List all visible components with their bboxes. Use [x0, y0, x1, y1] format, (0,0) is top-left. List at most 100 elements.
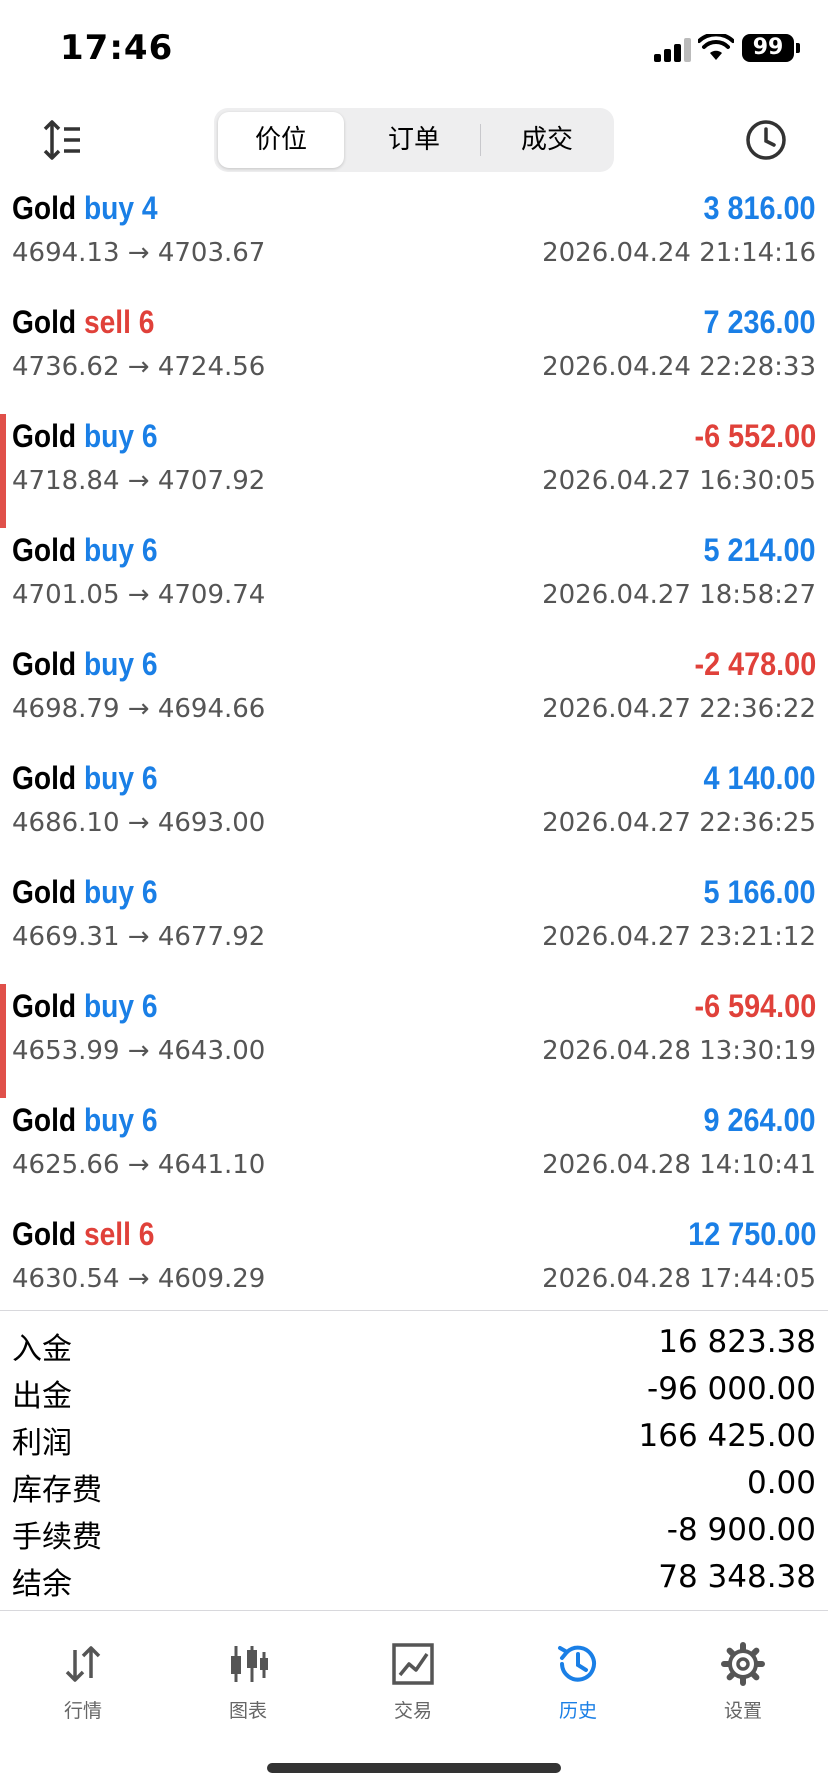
segmented-control: 价位 订单 成交	[214, 108, 614, 172]
deal-row[interactable]: Gold buy 6 4 140.00 4686.10 → 4693.00 2026.…	[0, 756, 828, 870]
deal-time: 2026.04.27 16:30:05	[542, 466, 816, 496]
deal-profit: 9 264.00	[703, 1102, 816, 1138]
loss-marker	[0, 414, 6, 528]
deal-row[interactable]: Gold buy 6 9 264.00 4625.66 → 4641.10 2026.…	[0, 1098, 828, 1212]
tabbar-item-settings[interactable]: 设置	[693, 1642, 793, 1732]
loss-marker	[0, 984, 6, 1098]
summary-panel: 入金 16 823.38 出金 -96 000.00 利润 166 425.00 库存费 0.…	[0, 1320, 828, 1602]
summary-row: 手续费 -8 900.00	[0, 1508, 828, 1555]
deal-row[interactable]: Gold sell 6 12 750.00 4630.54 → 4609.29 202…	[0, 1212, 828, 1326]
deal-time: 2026.04.27 18:58:27	[542, 580, 816, 610]
deal-symbol: Gold buy 6	[12, 418, 158, 455]
deal-profit: 5 214.00	[703, 532, 816, 568]
deal-side: sell 6	[83, 304, 155, 340]
deal-row[interactable]: Gold buy 6 5 214.00 4701.05 → 4709.74 2026.…	[0, 528, 828, 642]
quotes-arrows-icon	[65, 1646, 101, 1682]
tabbar-item-history[interactable]: 历史	[528, 1642, 628, 1732]
summary-label: 手续费	[12, 1520, 102, 1555]
symbol-name: Gold	[12, 418, 77, 454]
wifi-icon	[698, 34, 734, 60]
tab-deals[interactable]: 成交	[484, 112, 610, 168]
deal-symbol: Gold buy 6	[12, 988, 158, 1025]
summary-row: 入金 16 823.38	[0, 1320, 828, 1367]
deal-prices: 4698.79 → 4694.66	[12, 694, 266, 724]
tabbar-item-quotes[interactable]: 行情	[33, 1642, 133, 1732]
deal-side: buy 6	[83, 874, 158, 910]
summary-value: -96 000.00	[647, 1371, 816, 1407]
summary-value: 166 425.00	[638, 1418, 817, 1454]
symbol-name: Gold	[12, 988, 77, 1024]
deal-row[interactable]: Gold buy 4 3 816.00 4694.13 → 4703.67 2026.…	[0, 186, 828, 300]
summary-label: 利润	[12, 1426, 72, 1461]
home-indicator	[267, 1763, 561, 1773]
tabbar-item-charts[interactable]: 图表	[198, 1642, 298, 1732]
summary-label: 入金	[12, 1332, 72, 1367]
deal-row[interactable]: Gold buy 6 5 166.00 4669.31 → 4677.92 2026.…	[0, 870, 828, 984]
history-toolbar: 价位 订单 成交	[0, 104, 828, 176]
deal-profit: 12 750.00	[687, 1216, 816, 1252]
tabbar-label: 设置	[723, 1700, 762, 1722]
deal-time: 2026.04.28 14:10:41	[542, 1150, 816, 1180]
summary-row: 库存费 0.00	[0, 1461, 828, 1508]
summary-row: 利润 166 425.00	[0, 1414, 828, 1461]
deal-profit: -6 594.00	[694, 988, 816, 1024]
summary-value: 16 823.38	[658, 1324, 816, 1360]
deal-side: buy 6	[83, 760, 158, 796]
trade-chart-icon	[392, 1643, 434, 1685]
deal-side: buy 6	[83, 418, 158, 454]
battery-indicator: 99	[742, 34, 794, 62]
summary-row: 结余 78 348.38	[0, 1555, 828, 1602]
summary-divider	[0, 1310, 828, 1311]
tab-orders[interactable]: 订单	[351, 112, 477, 168]
deal-profit: 5 166.00	[703, 874, 816, 910]
deal-side: buy 6	[83, 532, 158, 568]
deal-prices: 4736.62 → 4724.56	[12, 352, 266, 382]
deal-symbol: Gold buy 4	[12, 190, 158, 227]
deal-time: 2026.04.27 23:21:12	[542, 922, 816, 952]
deal-profit: -6 552.00	[694, 418, 816, 454]
battery-tip	[796, 43, 800, 53]
deal-prices: 4718.84 → 4707.92	[12, 466, 266, 496]
symbol-name: Gold	[12, 1216, 77, 1252]
summary-value: 78 348.38	[658, 1559, 816, 1595]
sort-icon[interactable]	[40, 118, 84, 162]
symbol-name: Gold	[12, 304, 77, 340]
deal-row[interactable]: Gold sell 6 7 236.00 4736.62 → 4724.56 2026…	[0, 300, 828, 414]
clock-icon[interactable]	[744, 118, 788, 162]
deal-prices: 4625.66 → 4641.10	[12, 1150, 266, 1180]
symbol-name: Gold	[12, 874, 77, 910]
tab-positions[interactable]: 价位	[218, 112, 344, 168]
deal-prices: 4694.13 → 4703.67	[12, 238, 266, 268]
deal-time: 2026.04.28 13:30:19	[542, 1036, 816, 1066]
history-clock-icon	[558, 1645, 596, 1682]
summary-row: 出金 -96 000.00	[0, 1367, 828, 1414]
deal-symbol: Gold buy 6	[12, 646, 158, 683]
deal-prices: 4653.99 → 4643.00	[12, 1036, 266, 1066]
deal-row[interactable]: Gold buy 6 -6 594.00 4653.99 → 4643.00 2026…	[0, 984, 828, 1098]
tabbar-item-trade[interactable]: 交易	[363, 1642, 463, 1732]
deal-profit: 7 236.00	[703, 304, 816, 340]
deal-profit: -2 478.00	[694, 646, 816, 682]
deal-time: 2026.04.28 17:44:05	[542, 1264, 816, 1294]
deal-symbol: Gold buy 6	[12, 874, 158, 911]
deal-prices: 4669.31 → 4677.92	[12, 922, 266, 952]
deal-side: buy 6	[83, 1102, 158, 1138]
segment-divider	[480, 124, 481, 156]
tabbar-divider	[0, 1610, 828, 1611]
summary-label: 库存费	[12, 1473, 102, 1508]
deal-time: 2026.04.24 22:28:33	[542, 352, 816, 382]
deal-time: 2026.04.27 22:36:25	[542, 808, 816, 838]
deal-row[interactable]: Gold buy 6 -2 478.00 4698.79 → 4694.66 2026…	[0, 642, 828, 756]
deal-side: buy 6	[83, 988, 158, 1024]
deal-symbol: Gold sell 6	[12, 1216, 154, 1253]
deal-profit: 3 816.00	[703, 190, 816, 226]
summary-label: 出金	[12, 1379, 72, 1414]
tabbar-label: 行情	[63, 1700, 102, 1722]
deal-row[interactable]: Gold buy 6 -6 552.00 4718.84 → 4707.92 2026…	[0, 414, 828, 528]
summary-value: 0.00	[746, 1465, 816, 1501]
symbol-name: Gold	[12, 532, 77, 568]
summary-value: -8 900.00	[666, 1512, 816, 1548]
cellular-signal-icon	[654, 38, 692, 62]
deal-prices: 4701.05 → 4709.74	[12, 580, 266, 610]
summary-label: 结余	[12, 1567, 72, 1602]
